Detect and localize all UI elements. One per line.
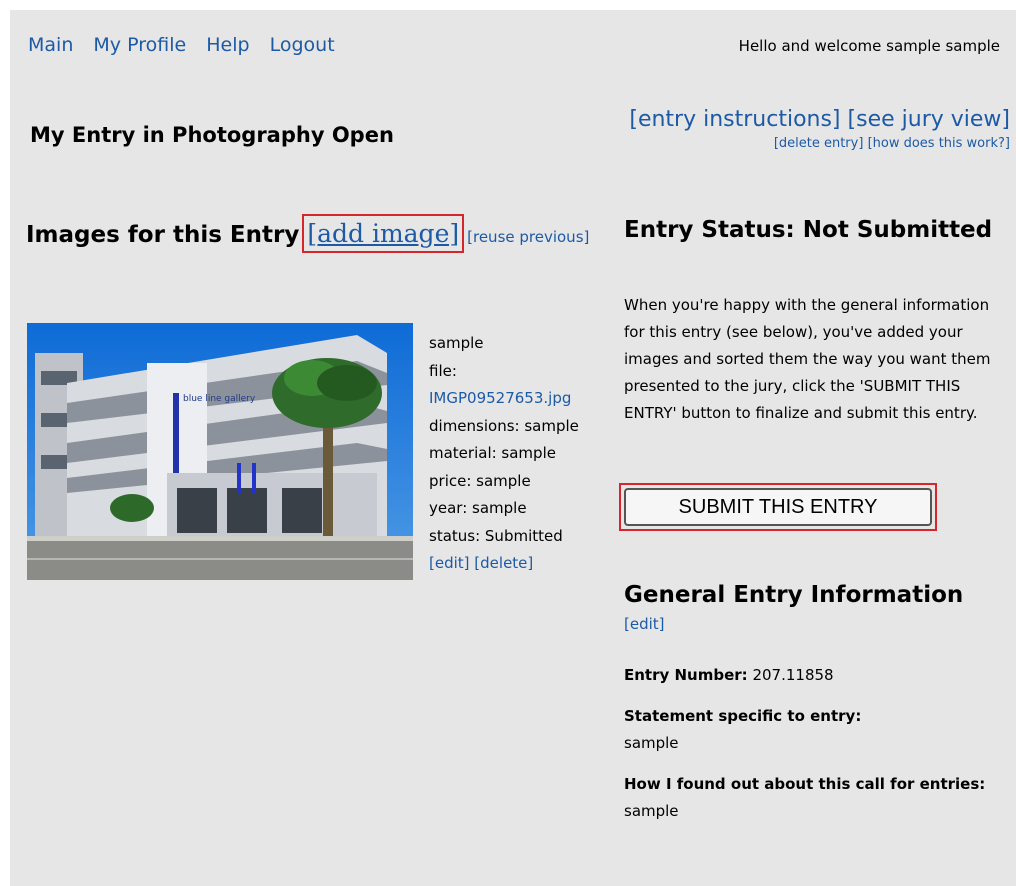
image-title: sample: [429, 334, 484, 352]
statement-field: Statement specific to entry: sample: [624, 703, 1004, 757]
general-info-heading-text: General Entry Information: [624, 582, 964, 608]
reuse-previous-link[interactable]: [reuse previous]: [467, 228, 589, 246]
entry-instructions-link[interactable]: [entry instructions]: [629, 107, 840, 132]
entry-image-thumbnail[interactable]: blue line gallery: [27, 323, 413, 580]
image-file-link[interactable]: IMGP09527653.jpg: [429, 385, 579, 413]
entry-status-instructions: When you're happy with the general infor…: [624, 296, 991, 422]
nav-my-profile-link[interactable]: My Profile: [93, 34, 186, 56]
found-out-value: sample: [624, 802, 679, 820]
general-info-heading: General Entry Information [edit]: [624, 582, 1004, 638]
images-heading: Images for this Entry [add image] [reuse…: [26, 214, 596, 254]
entry-status-heading: Entry Status: Not Submitted: [624, 217, 993, 243]
image-delete-link[interactable]: [delete]: [474, 554, 533, 572]
submit-highlight: SUBMIT THIS ENTRY: [619, 483, 937, 531]
general-info-edit-link[interactable]: [edit]: [624, 615, 665, 633]
image-dimensions: dimensions: sample: [429, 416, 579, 435]
image-material: material: sample: [429, 444, 556, 462]
see-jury-view-link[interactable]: [see jury view]: [848, 107, 1010, 132]
image-details: sample file: IMGP09527653.jpg dimensions…: [429, 330, 579, 578]
nav-help-link[interactable]: Help: [206, 34, 249, 56]
page-title: My Entry in Photography Open: [30, 123, 394, 147]
statement-value: sample: [624, 734, 679, 752]
submit-entry-button[interactable]: SUBMIT THIS ENTRY: [624, 488, 932, 526]
nav-logout-link[interactable]: Logout: [270, 34, 335, 56]
delete-entry-link[interactable]: [delete entry]: [774, 136, 864, 151]
svg-text:blue line gallery: blue line gallery: [183, 394, 256, 404]
statement-label: Statement specific to entry:: [624, 707, 862, 725]
add-image-link[interactable]: [add image]: [302, 214, 465, 253]
welcome-message: Hello and welcome sample sample: [738, 37, 1000, 55]
entry-action-links: [entry instructions] [see jury view] [de…: [629, 107, 1010, 151]
found-out-label: How I found out about this call for entr…: [624, 775, 986, 793]
images-heading-text: Images for this Entry: [26, 222, 300, 248]
nav-main-link[interactable]: Main: [28, 34, 73, 56]
image-status: status: Submitted: [429, 526, 563, 545]
found-out-field: How I found out about this call for entr…: [624, 771, 1004, 825]
entry-number-value: 207.11858: [752, 666, 834, 684]
image-price: price: sample: [429, 471, 531, 490]
page-frame: Main My Profile Help Logout Hello and we…: [10, 10, 1016, 886]
image-file-label: file:: [429, 361, 457, 380]
general-info-fields: Entry Number: 207.11858 Statement specif…: [624, 662, 1004, 839]
building-photo: blue line gallery: [27, 323, 413, 580]
how-does-this-work-link[interactable]: [how does this work?]: [868, 136, 1010, 151]
entry-number-label: Entry Number:: [624, 666, 748, 684]
top-nav: Main My Profile Help Logout: [28, 34, 349, 56]
image-year: year: sample: [429, 499, 527, 517]
entry-number-field: Entry Number: 207.11858: [624, 662, 1004, 689]
image-edit-link[interactable]: [edit]: [429, 554, 470, 572]
